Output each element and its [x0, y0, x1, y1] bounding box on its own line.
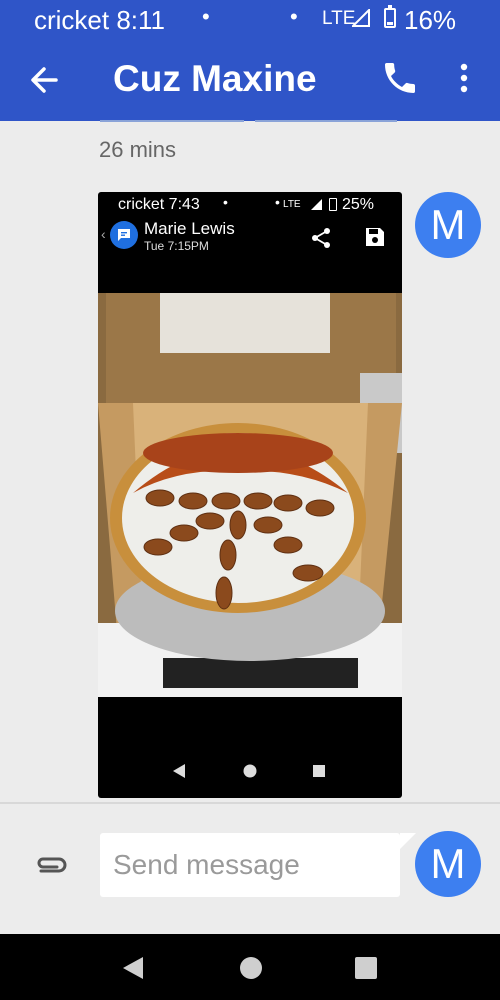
- back-triangle-icon[interactable]: [120, 955, 146, 981]
- more-vert-icon[interactable]: [448, 58, 480, 98]
- message-input[interactable]: Send message: [100, 833, 416, 897]
- contact-avatar[interactable]: M: [415, 192, 481, 258]
- previous-message-edge: [255, 120, 397, 122]
- notification-dot: •: [202, 4, 210, 29]
- recents-square-icon: [313, 765, 325, 777]
- attachment-network: LTE: [283, 199, 301, 210]
- app-bar: Cuz Maxine: [0, 38, 500, 121]
- attachment-nav-bar: [98, 757, 402, 787]
- attachment-contact-name: Marie Lewis: [144, 219, 235, 238]
- attachment-carrier-time: cricket 7:43: [118, 196, 200, 213]
- back-triangle-icon: [173, 764, 185, 778]
- message-app-icon: [110, 221, 138, 249]
- battery-icon: [329, 198, 337, 211]
- image-attachment[interactable]: cricket 7:43 • • LTE 25% ‹ Marie Lewis T…: [98, 192, 402, 798]
- phone-icon[interactable]: [380, 58, 420, 98]
- system-nav-bar: [0, 934, 500, 1000]
- previous-message-edge: [100, 120, 244, 122]
- share-icon: [312, 228, 330, 248]
- home-circle-icon: [243, 764, 257, 778]
- signal-icon: [311, 199, 322, 210]
- home-circle-icon[interactable]: [238, 955, 264, 981]
- arrow-back-icon[interactable]: [26, 60, 66, 100]
- paperclip-icon[interactable]: [33, 851, 67, 879]
- signal-icon: [352, 9, 370, 27]
- status-bar: cricket 8:11 • • LTE 16%: [0, 0, 500, 38]
- status-carrier-time: cricket 8:11: [34, 5, 166, 35]
- chevron-left-icon: ‹: [101, 226, 106, 242]
- save-icon: [366, 228, 384, 246]
- message-timestamp: 26 mins: [99, 137, 177, 162]
- recents-square-icon[interactable]: [353, 955, 379, 981]
- conversation-title: Cuz Maxine: [113, 58, 317, 99]
- attachment-contact-time: Tue 7:15PM: [144, 239, 209, 253]
- notification-dot: •: [290, 4, 298, 29]
- self-avatar[interactable]: M: [415, 831, 481, 897]
- pecan-pie-photo: [98, 293, 402, 697]
- message-input-placeholder: Send message: [113, 849, 300, 880]
- battery-percent: 16%: [404, 5, 457, 35]
- network-type: LTE: [322, 8, 356, 29]
- battery-icon: [384, 5, 396, 28]
- attachment-battery: 25%: [342, 196, 375, 213]
